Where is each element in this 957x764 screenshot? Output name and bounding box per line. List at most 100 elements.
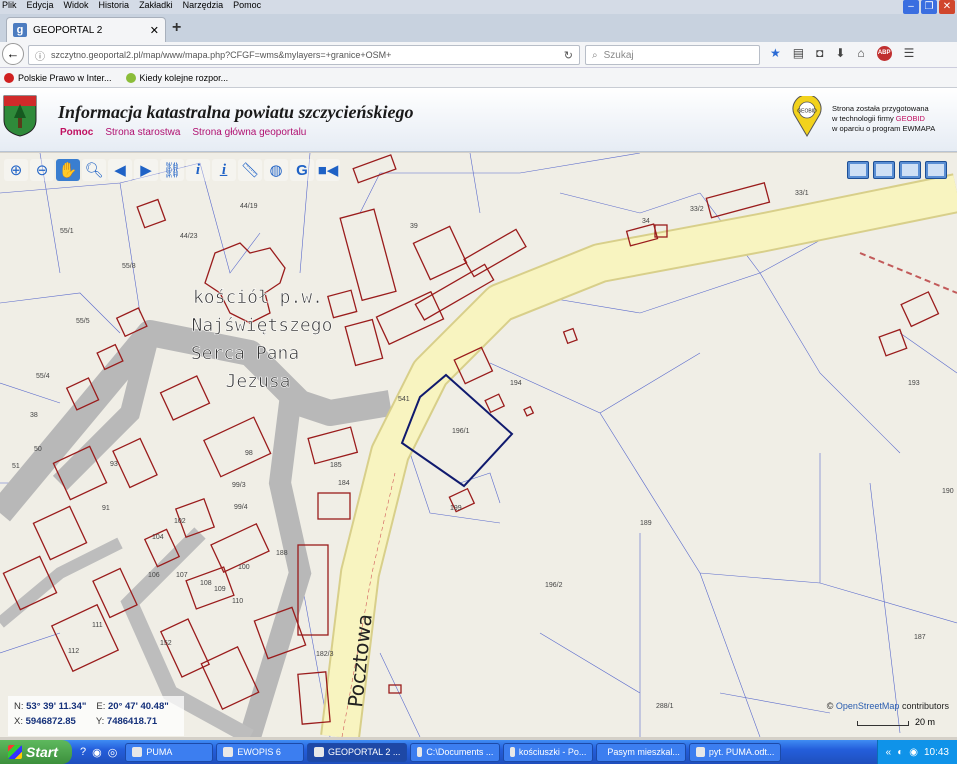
- layout-export-icon[interactable]: [899, 161, 921, 179]
- menu-tools[interactable]: Narzędzia: [183, 0, 224, 12]
- parcel-number-label: 189: [640, 520, 652, 527]
- zoom-in-icon[interactable]: ⊕: [4, 159, 28, 181]
- previous-view-icon[interactable]: ◀: [108, 159, 132, 181]
- bookmark-label: Polskie Prawo w Inter...: [18, 72, 112, 83]
- app-icon: [696, 747, 705, 757]
- close-window-button[interactable]: ✕: [939, 0, 955, 14]
- hamburger-menu-icon[interactable]: ☰: [904, 46, 915, 61]
- layout-full-icon[interactable]: [847, 161, 869, 179]
- tab-bar: g GEOPORTAL 2 ✕ +: [0, 14, 957, 42]
- taskbar-item[interactable]: C:\Documents ...: [410, 742, 501, 762]
- scale-bar: 20 m: [857, 715, 939, 731]
- next-view-icon[interactable]: ▶: [134, 159, 158, 181]
- start-button[interactable]: Start: [0, 740, 72, 764]
- navigation-bar: ← ⓘ szczytno.geoportal2.pl/map/www/mapa.…: [0, 42, 957, 68]
- page-header: Informacja katastralna powiatu szczycień…: [0, 88, 957, 152]
- download-icon[interactable]: ⬇: [835, 46, 845, 61]
- parcel-number-label: 38: [30, 412, 38, 419]
- new-tab-button[interactable]: +: [172, 19, 181, 37]
- parcel-number-label: 34: [642, 218, 650, 225]
- parcel-number-label: 110: [232, 598, 243, 605]
- parcel-number-label: 55/1: [60, 228, 74, 235]
- pocket-icon[interactable]: ◘: [816, 46, 823, 61]
- parcel-number-label: 106: [148, 572, 160, 579]
- clock: 10:43: [923, 746, 949, 758]
- home-icon[interactable]: ⌂: [857, 46, 864, 61]
- parcel-number-label: 194: [510, 380, 522, 387]
- bookmarks-list-icon[interactable]: ▤: [793, 46, 804, 61]
- lat-label: N:: [14, 701, 24, 712]
- page-title: Informacja katastralna powiatu szczycień…: [58, 102, 414, 122]
- parcel-number-label: 185: [330, 462, 342, 469]
- measure-ruler-icon[interactable]: 📏︎: [238, 159, 262, 181]
- taskbar-item-label: GEOPORTAL 2 ...: [327, 747, 401, 757]
- parcel-number-label: 541: [398, 396, 410, 403]
- toolbar-icons: ★ ▤ ◘ ⬇ ⌂ ABP ☰: [770, 46, 914, 61]
- parcel-number-label: 184: [338, 480, 350, 487]
- tray-network-icon[interactable]: ◐: [897, 747, 903, 758]
- taskbar-item[interactable]: GEOPORTAL 2 ...: [307, 742, 408, 762]
- coordinate-readout: N: 53° 39' 11.34" E: 20° 47' 40.48" X: 5…: [8, 696, 184, 736]
- pan-hand-icon[interactable]: ✋: [56, 159, 80, 181]
- menu-file[interactable]: Plik: [2, 0, 17, 12]
- close-tab-icon[interactable]: ✕: [150, 24, 159, 37]
- firefox-quicklaunch-icon[interactable]: ◎: [108, 746, 118, 759]
- help-quicklaunch-icon[interactable]: ?: [80, 746, 86, 759]
- lat-value: 53° 39' 11.34": [26, 701, 87, 712]
- map-canvas[interactable]: kościół p.w. Najświętszego Serca Pana Je…: [0, 153, 957, 737]
- google-icon[interactable]: G: [290, 159, 314, 181]
- starostwo-link[interactable]: Strona starostwa: [105, 127, 180, 138]
- taskbar-item-label: pyt. PUMA.odt...: [708, 747, 775, 757]
- menu-help[interactable]: Pomoc: [233, 0, 261, 12]
- taskbar-item[interactable]: pyt. PUMA.odt...: [689, 742, 782, 762]
- menu-history[interactable]: Historia: [99, 0, 130, 12]
- info-icon[interactable]: i: [186, 159, 210, 181]
- geobid-link[interactable]: GEOBID: [896, 114, 925, 123]
- bookmark-item[interactable]: Polskie Prawo w Inter...: [4, 72, 112, 83]
- chrome-quicklaunch-icon[interactable]: ◉: [92, 746, 102, 759]
- parcel-number-label: 104: [152, 534, 164, 541]
- info-icon[interactable]: ⓘ: [35, 48, 45, 63]
- zoom-window-icon[interactable]: 🔍︎: [82, 159, 106, 181]
- parcel-number-label: 55/8: [122, 263, 136, 270]
- zoom-out-icon[interactable]: ⊖: [30, 159, 54, 181]
- bookmark-star-icon[interactable]: ★: [770, 46, 781, 61]
- geobid-credits: Strona została przygotowana w technologi…: [832, 104, 935, 134]
- link-icon[interactable]: ⛓: [160, 159, 184, 181]
- minimize-button[interactable]: –: [903, 0, 919, 14]
- maximize-button[interactable]: ❐: [921, 0, 937, 14]
- poi-line: Jezusa: [225, 371, 290, 392]
- adblock-icon[interactable]: ABP: [876, 46, 892, 61]
- search-bar[interactable]: ⌕ Szukaj: [585, 45, 760, 65]
- scale-bar-line: [857, 721, 909, 726]
- parcel-number-label: 39: [410, 223, 418, 230]
- layout-left-panel-icon[interactable]: [873, 161, 895, 179]
- geoportal-home-link[interactable]: Strona główna geoportalu: [192, 127, 306, 138]
- menu-edit[interactable]: Edycja: [27, 0, 54, 12]
- layout-right-panel-icon[interactable]: [925, 161, 947, 179]
- taskbar-item[interactable]: PUMA: [125, 742, 214, 762]
- menu-view[interactable]: Widok: [64, 0, 89, 12]
- map-toolbar: ⊕ ⊖ ✋ 🔍︎ ◀ ▶ ⛓ i i̲ 📏︎ ◍ G ■◀: [4, 159, 340, 183]
- taskbar-item[interactable]: EWOPIS 6: [216, 742, 305, 762]
- y-value: 7486418.71: [106, 716, 158, 727]
- tab-geoportal[interactable]: g GEOPORTAL 2 ✕: [6, 17, 166, 42]
- taskbar-item[interactable]: kościuszki - Po...: [503, 742, 594, 762]
- osm-link[interactable]: OpenStreetMap: [836, 701, 900, 711]
- cadastral-map[interactable]: kościół p.w. Najświętszego Serca Pana Je…: [0, 153, 957, 737]
- back-button[interactable]: ←: [2, 43, 24, 65]
- tray-arrow-icon[interactable]: «: [886, 747, 892, 758]
- taskbar-item[interactable]: Pasym mieszkal...: [596, 742, 687, 762]
- reload-icon[interactable]: ↻: [564, 49, 573, 62]
- bookmark-item[interactable]: Kiedy kolejne rozpor...: [125, 72, 228, 83]
- geoportal-favicon-icon: g: [13, 23, 27, 37]
- parcel-number-label: 108: [200, 580, 212, 587]
- app-icon: [132, 747, 143, 757]
- info-extended-icon[interactable]: i̲: [212, 159, 236, 181]
- url-bar[interactable]: ⓘ szczytno.geoportal2.pl/map/www/mapa.ph…: [28, 45, 580, 65]
- tray-volume-icon[interactable]: ◉: [909, 747, 918, 758]
- help-link[interactable]: Pomoc: [60, 127, 93, 138]
- globe-icon[interactable]: ◍: [264, 159, 288, 181]
- menu-bookmarks[interactable]: Zakładki: [139, 0, 173, 12]
- camera-icon[interactable]: ■◀: [316, 159, 340, 181]
